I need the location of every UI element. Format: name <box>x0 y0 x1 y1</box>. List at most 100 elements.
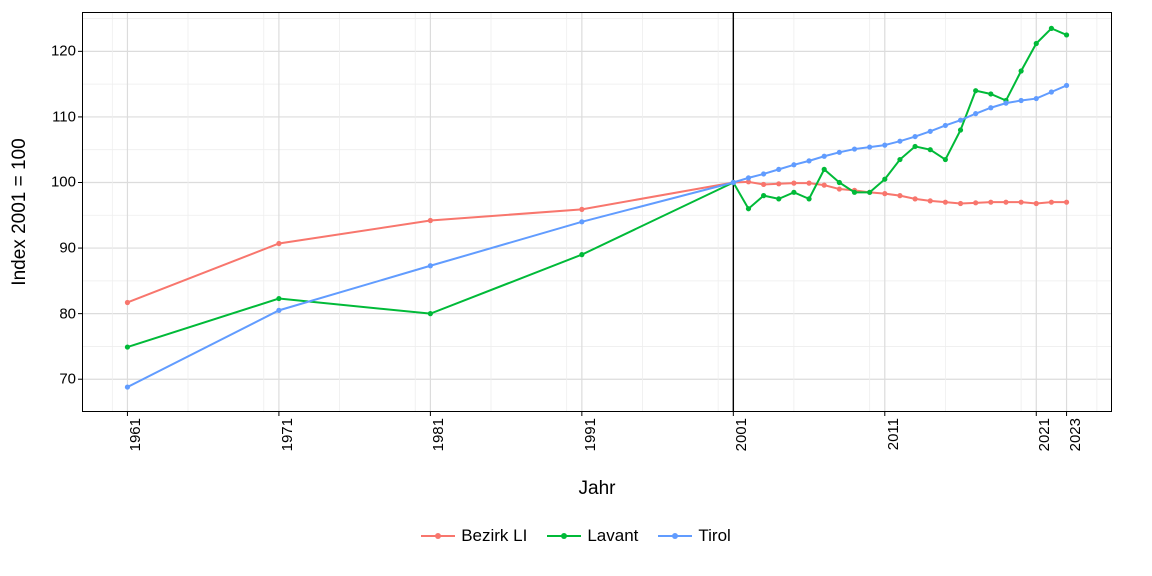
series-point <box>867 190 872 195</box>
x-tick-label: 1971 <box>279 418 296 451</box>
series-point <box>428 218 433 223</box>
series-point <box>1034 96 1039 101</box>
series-point <box>988 91 993 96</box>
series-point <box>928 129 933 134</box>
series-point <box>882 177 887 182</box>
series-point <box>822 183 827 188</box>
series-point <box>822 167 827 172</box>
series-point <box>943 200 948 205</box>
series-point <box>746 175 751 180</box>
series-point <box>125 384 130 389</box>
series-point <box>579 219 584 224</box>
series-point <box>791 190 796 195</box>
series-point <box>761 182 766 187</box>
series-point <box>776 167 781 172</box>
series-line <box>127 85 1066 387</box>
legend-swatch <box>658 528 692 544</box>
series-point <box>1003 101 1008 106</box>
legend: Bezirk LI Lavant Tirol <box>0 526 1152 548</box>
series-point <box>912 134 917 139</box>
series-point <box>943 123 948 128</box>
series-point <box>882 191 887 196</box>
series-point <box>806 181 811 186</box>
series-point <box>776 181 781 186</box>
plot-panel <box>82 12 1112 412</box>
legend-label: Lavant <box>587 526 638 546</box>
series-point <box>852 190 857 195</box>
series-point <box>1064 200 1069 205</box>
series-point <box>428 263 433 268</box>
series-point <box>791 162 796 167</box>
legend-item: Bezirk LI <box>421 526 527 546</box>
series-point <box>806 196 811 201</box>
series-point <box>806 158 811 163</box>
y-tick-label: 80 <box>59 305 76 322</box>
series-point <box>973 111 978 116</box>
series-point <box>1064 83 1069 88</box>
series-point <box>882 143 887 148</box>
series-point <box>276 296 281 301</box>
series-point <box>897 157 902 162</box>
y-axis-title: Index 2001 = 100 <box>9 138 31 285</box>
series-point <box>958 118 963 123</box>
x-tick-label: 1991 <box>582 418 599 451</box>
series-point <box>852 146 857 151</box>
series-point <box>988 200 993 205</box>
series-point <box>912 144 917 149</box>
series-point <box>837 180 842 185</box>
series-point <box>1034 41 1039 46</box>
series-point <box>973 88 978 93</box>
series-point <box>746 206 751 211</box>
x-tick-label: 2023 <box>1067 418 1084 451</box>
x-tick-label: 1981 <box>430 418 447 451</box>
legend-label: Tirol <box>698 526 730 546</box>
series-point <box>837 186 842 191</box>
series-point <box>125 344 130 349</box>
series-point <box>276 241 281 246</box>
series-point <box>761 171 766 176</box>
series-line <box>127 28 1066 347</box>
y-tick-label: 90 <box>59 240 76 257</box>
series-point <box>928 147 933 152</box>
series-point <box>1064 32 1069 37</box>
series-point <box>1049 200 1054 205</box>
x-tick-label: 2001 <box>733 418 750 451</box>
series-point <box>1019 68 1024 73</box>
plot-svg <box>82 12 1112 412</box>
series-point <box>928 198 933 203</box>
legend-swatch <box>547 528 581 544</box>
series-point <box>791 181 796 186</box>
series-point <box>761 193 766 198</box>
series-line <box>127 182 1066 303</box>
legend-swatch <box>421 528 455 544</box>
series-point <box>988 105 993 110</box>
y-tick-label: 70 <box>59 371 76 388</box>
series-point <box>822 154 827 159</box>
series-point <box>428 311 433 316</box>
x-tick-label: 2011 <box>885 418 902 450</box>
series-point <box>125 300 130 305</box>
x-tick-label: 2021 <box>1036 418 1053 451</box>
series-point <box>1034 201 1039 206</box>
legend-item: Tirol <box>658 526 730 546</box>
series-point <box>897 139 902 144</box>
series-point <box>958 127 963 132</box>
y-tick-label: 110 <box>52 108 76 125</box>
series-point <box>943 157 948 162</box>
series-point <box>1019 200 1024 205</box>
series-point <box>1003 200 1008 205</box>
x-axis-title: Jahr <box>579 478 616 500</box>
series-point <box>867 144 872 149</box>
series-point <box>837 150 842 155</box>
series-point <box>731 180 736 185</box>
series-point <box>1049 26 1054 31</box>
series-point <box>958 201 963 206</box>
series-point <box>973 200 978 205</box>
series-point <box>579 207 584 212</box>
series-point <box>912 196 917 201</box>
series-point <box>1049 89 1054 94</box>
legend-label: Bezirk LI <box>461 526 527 546</box>
series-point <box>579 252 584 257</box>
x-tick-label: 1961 <box>127 418 144 451</box>
series-point <box>776 196 781 201</box>
